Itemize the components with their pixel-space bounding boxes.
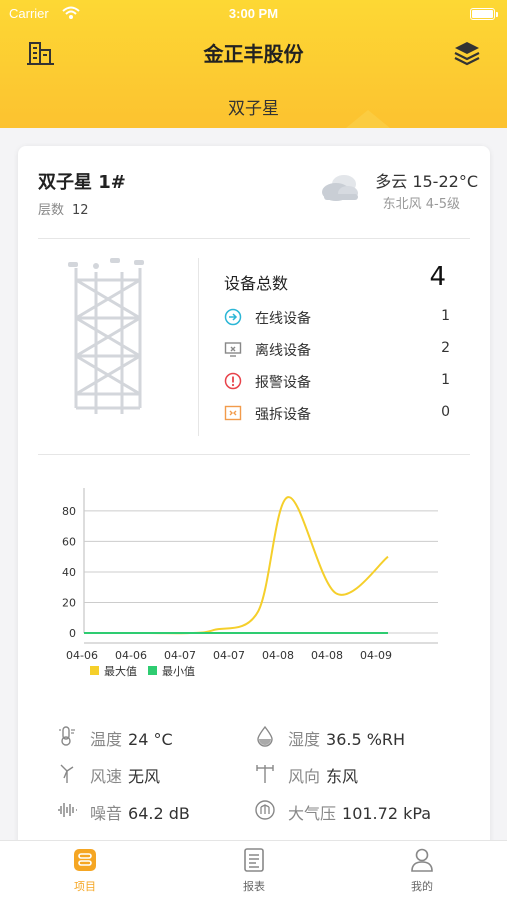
vertical-divider <box>198 258 199 436</box>
metric-wind-direction: 风向 东风 <box>254 761 474 786</box>
tower-crane-image <box>68 258 144 414</box>
floors-info: 层数 12 <box>38 199 89 218</box>
device-total-label: 设备总数 <box>224 274 289 293</box>
cloudy-icon <box>322 175 358 201</box>
tab-report[interactable]: 报表 <box>209 847 299 897</box>
device-row-label: 报警设备 <box>255 375 311 391</box>
metric-temperature: 温度 24 °C <box>56 724 246 749</box>
device-row-alarm[interactable]: 报警设备 1 <box>224 370 450 392</box>
x-tick-label: 04-07 <box>213 649 245 662</box>
noise-icon <box>58 803 77 817</box>
project-subtitle[interactable]: 双子星 <box>0 94 507 119</box>
metric-value: 101.72 kPa <box>342 804 432 823</box>
bottom-tab-bar: 项目 报表 我的 <box>0 840 507 900</box>
metric-label: 大气压 <box>288 804 337 823</box>
status-bar: Carrier 3:00 PM <box>0 5 507 23</box>
device-row-value: 1 <box>441 372 450 388</box>
wind-speed-icon <box>60 764 74 783</box>
metric-value: 36.5 %RH <box>326 730 406 749</box>
metric-label: 温度 <box>90 730 123 749</box>
page-title: 金正丰股份 <box>203 42 304 66</box>
legend-label: 最大值 <box>104 664 137 678</box>
selection-notch <box>346 110 390 128</box>
status-time: 3:00 PM <box>228 6 279 21</box>
tab-label: 报表 <box>243 880 265 893</box>
offline-icon <box>224 342 242 357</box>
dismantle-icon <box>224 405 242 421</box>
floors-label: 层数 <box>38 203 65 218</box>
metric-label: 风速 <box>90 767 123 786</box>
pressure-icon <box>255 800 275 820</box>
x-tick-label: 04-08 <box>262 649 294 662</box>
device-row-online[interactable]: 在线设备 1 <box>224 306 450 328</box>
x-tick-label: 04-07 <box>164 649 196 662</box>
tab-project[interactable]: 项目 <box>40 847 130 897</box>
metric-value: 64.2 dB <box>128 804 190 823</box>
series-line-max <box>84 496 389 635</box>
weather-summary: 多云 15-22°C <box>375 172 478 191</box>
metric-label: 湿度 <box>288 730 321 749</box>
layers-icon[interactable] <box>453 40 481 66</box>
metric-label: 噪音 <box>90 804 123 823</box>
divider <box>38 454 470 455</box>
metric-value: 24 °C <box>128 730 173 749</box>
device-row-offline[interactable]: 离线设备 2 <box>224 338 450 360</box>
y-tick-label: 40 <box>62 566 76 579</box>
floors-value: 12 <box>72 203 89 218</box>
online-icon <box>224 308 242 326</box>
metric-label: 风向 <box>288 767 321 786</box>
device-row-label: 离线设备 <box>255 343 311 359</box>
profile-icon <box>411 848 433 872</box>
legend-label: 最小值 <box>162 665 195 678</box>
device-row-value: 0 <box>441 404 450 420</box>
metric-humidity: 湿度 36.5 %RH <box>254 724 474 749</box>
tab-label: 我的 <box>411 880 433 893</box>
y-tick-label: 60 <box>62 535 76 548</box>
project-icon <box>74 849 96 871</box>
legend-swatch <box>90 666 99 675</box>
device-total-value: 4 <box>429 262 446 292</box>
wind-direction-icon <box>256 765 274 783</box>
x-tick-label: 04-08 <box>311 649 343 662</box>
device-row-label: 强拆设备 <box>255 407 311 423</box>
x-tick-label: 04-06 <box>115 649 147 662</box>
battery-icon <box>470 8 498 20</box>
report-icon <box>244 848 264 872</box>
y-tick-label: 0 <box>69 627 76 640</box>
tower-name: 双子星 1# <box>38 172 126 193</box>
x-tick-label: 04-06 <box>66 649 98 662</box>
y-tick-label: 20 <box>62 596 76 609</box>
app-header: Carrier 3:00 PM 金正丰股份 双子星 <box>0 0 507 128</box>
device-row-value: 1 <box>441 308 450 324</box>
metric-value: 东风 <box>326 767 359 786</box>
tab-label: 项目 <box>74 880 96 893</box>
divider <box>38 238 470 239</box>
metric-wind-speed: 风速 无风 <box>56 761 246 786</box>
thermometer-icon <box>59 726 75 746</box>
device-row-dismantle[interactable]: 强拆设备 0 <box>224 402 450 424</box>
x-tick-label: 04-09 <box>360 649 392 662</box>
alarm-icon <box>224 372 242 390</box>
y-tick-label: 80 <box>62 505 76 518</box>
metric-pressure: 大气压 101.72 kPa <box>254 798 484 823</box>
legend-swatch <box>148 666 157 675</box>
tower-card: 双子星 1# 层数 12 多云 15-22°C 东北风 4-5级 设备总数 4 … <box>18 146 490 900</box>
metric-value: 无风 <box>128 767 161 786</box>
weather-wind: 东北风 4-5级 <box>382 197 460 212</box>
device-row-value: 2 <box>441 340 450 356</box>
device-row-label: 在线设备 <box>255 311 311 327</box>
humidity-icon <box>257 725 273 747</box>
tab-profile[interactable]: 我的 <box>377 847 467 897</box>
metric-noise: 噪音 64.2 dB <box>56 798 246 823</box>
sensor-line-chart: 0 20 40 60 80 04-06 04-06 04-07 04-07 04-08 04-08 0… <box>62 488 438 678</box>
